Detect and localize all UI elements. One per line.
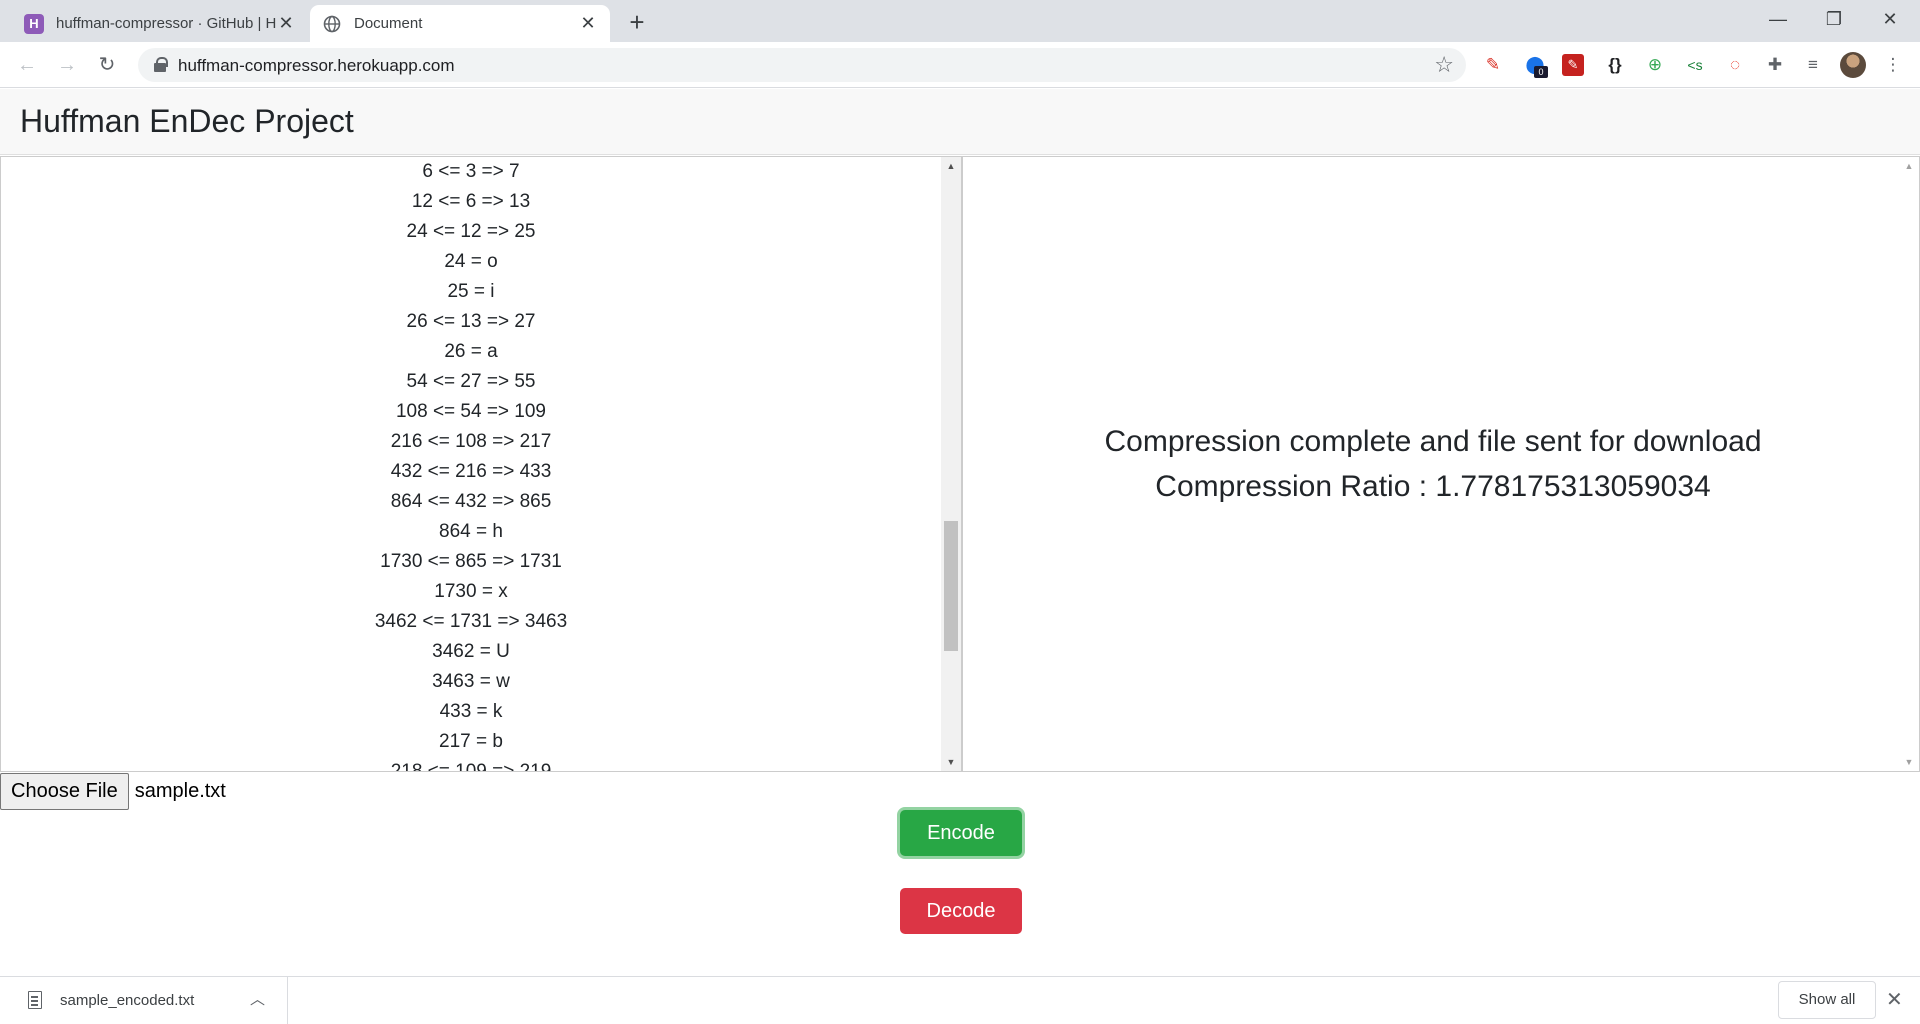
tree-line: 1730 = x: [434, 581, 508, 602]
puzzle-extensions-icon[interactable]: ✚: [1762, 52, 1788, 78]
result-scrollbar[interactable]: ▲ ▼: [1899, 157, 1919, 771]
tree-line: 54 <= 27 => 55: [406, 371, 536, 392]
tree-output-panel[interactable]: 6 <= 3 => 7 12 <= 6 => 13 24 <= 12 => 25 24…: [0, 156, 962, 772]
scroll-down-icon[interactable]: ▼: [941, 753, 961, 771]
globe-icon: [322, 14, 342, 34]
navbar: Huffman EnDec Project: [0, 89, 1920, 155]
tree-line: 24 = o: [444, 251, 498, 272]
tree-line: 216 <= 108 => 217: [390, 431, 552, 452]
heroku-icon: H: [24, 13, 44, 34]
minimize-icon[interactable]: —: [1750, 0, 1806, 38]
url-text: huffman-compressor.herokuapp.com: [178, 56, 455, 75]
decode-button[interactable]: Decode: [900, 888, 1022, 934]
show-all-button[interactable]: Show all: [1778, 981, 1876, 1019]
address-bar[interactable]: huffman-compressor.herokuapp.com ☆: [138, 48, 1466, 82]
close-shelf-icon[interactable]: ✕: [1886, 987, 1903, 1012]
navbar-brand[interactable]: Huffman EnDec Project: [20, 103, 354, 140]
tab-strip: H huffman-compressor · GitHub | H ✕ Docu…: [0, 0, 1920, 42]
download-file-name: sample_encoded.txt: [60, 992, 195, 1009]
menu-kebab-icon[interactable]: ⋮: [1880, 52, 1906, 78]
json-extension-icon[interactable]: {}: [1602, 52, 1628, 78]
tree-line: 3462 = U: [432, 641, 510, 662]
close-window-icon[interactable]: ✕: [1862, 0, 1918, 38]
result-message: Compression complete and file sent for d…: [963, 419, 1903, 509]
lock-icon: [154, 57, 168, 72]
tree-line: 864 <= 432 => 865: [390, 491, 552, 512]
blocker-extension-icon[interactable]: ⬤ 0: [1522, 52, 1548, 78]
download-item[interactable]: sample_encoded.txt ︿: [0, 977, 288, 1024]
selected-file-name: sample.txt: [134, 780, 226, 802]
tree-scrollbar[interactable]: ▲ ▼: [941, 157, 961, 771]
browser-toolbar: ← → ↻ huffman-compressor.herokuapp.com ☆…: [0, 42, 1920, 88]
tree-line: 25 = i: [447, 281, 495, 302]
tree-line: 433 = k: [439, 701, 503, 722]
forward-icon[interactable]: →: [52, 50, 82, 80]
code-extension-icon[interactable]: <s: [1682, 52, 1708, 78]
tab-title: huffman-compressor · GitHub | H: [56, 15, 276, 32]
scroll-up-icon[interactable]: ▲: [941, 157, 961, 175]
tree-line: 108 <= 54 => 109: [395, 401, 547, 422]
close-tab-icon[interactable]: ✕: [276, 13, 296, 34]
pen-extension-icon[interactable]: ✎: [1480, 52, 1506, 78]
extension-badge: 0: [1534, 66, 1548, 78]
tree-line: 26 <= 13 => 27: [406, 311, 536, 332]
profile-avatar[interactable]: [1840, 52, 1866, 78]
tree-line: 12 <= 6 => 13: [411, 191, 531, 212]
pdf-extension-icon[interactable]: ✎: [1562, 54, 1584, 76]
tree-line: 24 <= 12 => 25: [406, 221, 536, 242]
tree-line: 432 <= 216 => 433: [390, 461, 552, 482]
tree-line: 26 = a: [444, 341, 498, 362]
color-ring-extension-icon[interactable]: ◌: [1722, 52, 1748, 78]
file-input: Choose File sample.txt: [0, 773, 226, 810]
choose-file-button[interactable]: Choose File: [0, 773, 129, 810]
tree-line: 3462 <= 1731 => 3463: [374, 611, 568, 632]
scrollbar-thumb[interactable]: [944, 521, 958, 651]
result-panel: Compression complete and file sent for d…: [962, 156, 1920, 772]
encode-button[interactable]: Encode: [900, 810, 1022, 856]
back-icon[interactable]: ←: [12, 50, 42, 80]
tree-line: 864 = h: [439, 521, 503, 542]
tree-line: 218 <= 109 => 219: [390, 761, 552, 772]
tree-line: 1730 <= 865 => 1731: [380, 551, 562, 572]
close-tab-icon[interactable]: ✕: [578, 13, 598, 34]
tree-line: 3463 = w: [432, 671, 510, 692]
tab-title: Document: [354, 15, 423, 32]
compression-ratio-text: Compression Ratio : 1.778175313059034: [1155, 470, 1711, 503]
tree-line: 217 = b: [439, 731, 503, 752]
tab-github[interactable]: H huffman-compressor · GitHub | H ✕: [12, 5, 308, 42]
tree-line: 6 <= 3 => 7: [422, 161, 520, 182]
result-status-text: Compression complete and file sent for d…: [1104, 425, 1762, 458]
tab-document[interactable]: Document ✕: [310, 5, 610, 42]
scroll-up-icon[interactable]: ▲: [1899, 157, 1919, 175]
restore-icon[interactable]: ❐: [1806, 0, 1862, 38]
reload-icon[interactable]: ↻: [92, 50, 122, 80]
plus-extension-icon[interactable]: ⊕: [1642, 52, 1668, 78]
bookmark-star-icon[interactable]: ☆: [1434, 52, 1454, 78]
chevron-up-icon[interactable]: ︿: [250, 988, 265, 1009]
document-icon: [28, 991, 42, 1009]
download-shelf: sample_encoded.txt ︿ Show all ✕: [0, 976, 1920, 1024]
tree-output-list: 6 <= 3 => 7 12 <= 6 => 13 24 <= 12 => 25 24…: [1, 157, 941, 772]
media-control-icon[interactable]: ≡: [1800, 52, 1826, 78]
new-tab-button[interactable]: +: [622, 8, 652, 38]
scroll-down-icon[interactable]: ▼: [1899, 753, 1919, 771]
